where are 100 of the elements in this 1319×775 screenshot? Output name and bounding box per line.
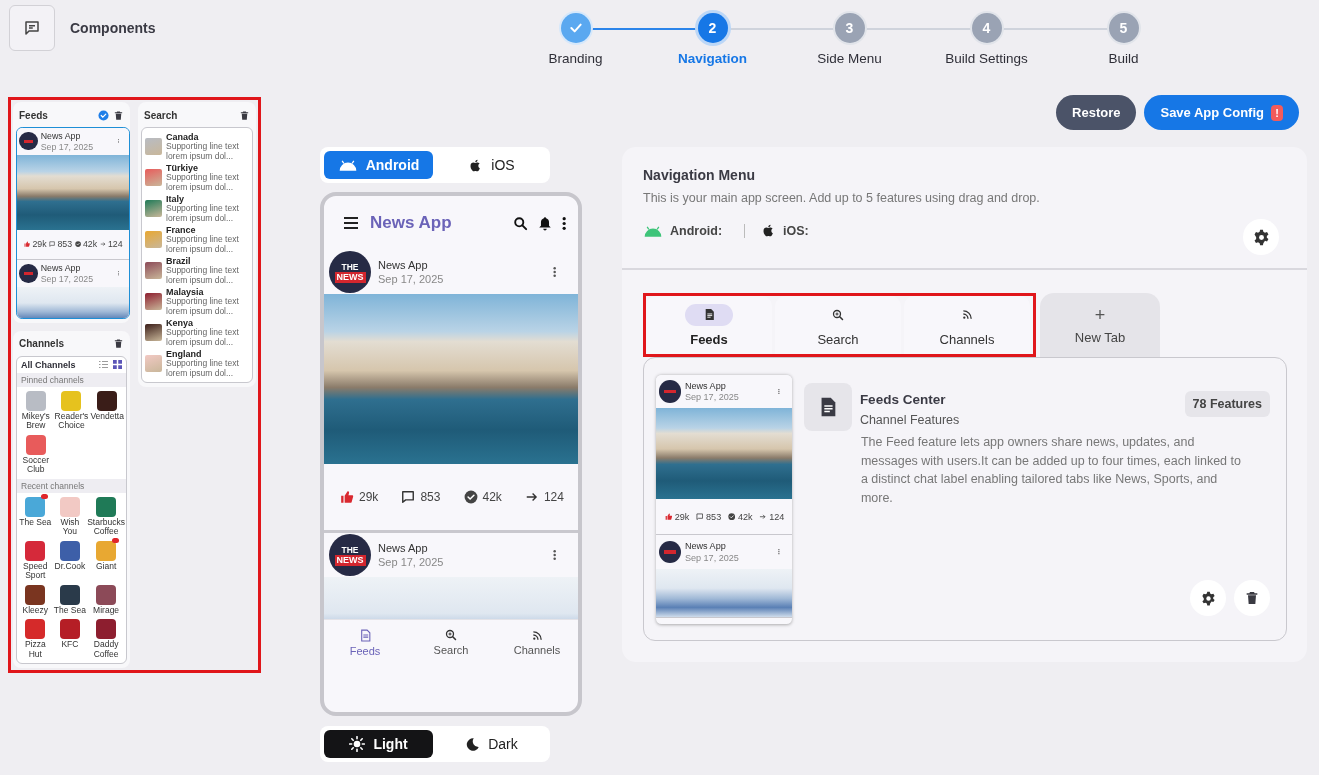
- logo-icon: [19, 132, 38, 151]
- post-date: Sep 17, 2025: [378, 556, 445, 568]
- channel-name: Mirage: [93, 605, 120, 616]
- nav-tab[interactable]: Channels: [502, 620, 572, 665]
- panel-description: This is your main app screen. Add up to 5 features using drag and drop.: [643, 191, 1041, 205]
- notification-badge: [41, 493, 49, 499]
- panel-title: Navigation Menu: [643, 167, 756, 183]
- save-button[interactable]: Save App Config !: [1144, 95, 1299, 130]
- platform-tab[interactable]: Android: [324, 151, 433, 179]
- channel-name: The Sea: [19, 517, 52, 528]
- component-title: Channels: [19, 338, 65, 350]
- stat-count: 124: [543, 490, 564, 504]
- platform-tab[interactable]: iOS: [437, 151, 546, 179]
- photo-placeholder: [145, 355, 162, 372]
- stat-count: 42k: [737, 511, 753, 522]
- channel-logo[interactable]: [97, 390, 118, 411]
- thumbs-up-icon: [340, 490, 354, 504]
- delete-icon[interactable]: [113, 338, 124, 350]
- document-icon: [358, 628, 372, 642]
- settings-icon: [1252, 228, 1270, 246]
- delete-icon: [1244, 590, 1260, 606]
- more-icon[interactable]: [552, 550, 556, 560]
- step-label: Build: [1108, 51, 1139, 66]
- stat-count: 42k: [482, 490, 502, 504]
- channel-logo[interactable]: [96, 584, 117, 605]
- result-subtitle: Supporting line text lorem ipsum dol...: [166, 328, 240, 347]
- author-name: News App: [40, 262, 82, 273]
- author-name: News App: [378, 259, 429, 271]
- new-tab-button[interactable]: + New Tab: [1040, 293, 1160, 357]
- logo-text: THE: [341, 544, 359, 555]
- delete-icon[interactable]: [113, 109, 124, 121]
- channel-logo[interactable]: [59, 540, 80, 561]
- channel-logo[interactable]: [25, 584, 46, 605]
- menu-icon[interactable]: [344, 217, 358, 229]
- nav-tab[interactable]: Feeds: [330, 620, 400, 665]
- search-icon[interactable]: [512, 215, 528, 231]
- page-title: Components: [70, 20, 157, 36]
- nav-tab[interactable]: Search: [416, 620, 486, 665]
- grid-view-icon[interactable]: [113, 360, 122, 370]
- post-date: Sep 17, 2025: [40, 141, 95, 152]
- platform-label: iOS:: [783, 223, 809, 238]
- result-title: Canada: [166, 132, 200, 142]
- more-icon[interactable]: [552, 267, 556, 277]
- author-name: News App: [684, 381, 727, 392]
- result-title: Brazil: [166, 256, 192, 266]
- channel-logo[interactable]: [96, 619, 117, 640]
- restore-button[interactable]: Restore: [1056, 95, 1137, 130]
- feature-subtitle: Channel Features: [859, 413, 961, 427]
- more-icon[interactable]: [561, 216, 566, 230]
- channel-logo[interactable]: [59, 584, 80, 605]
- result-title: Türkiye: [166, 163, 198, 173]
- component-card[interactable]: Feeds News App Sep 17, 2025 29k 853 42k 124 News App Sep 17, 2025: [13, 102, 130, 323]
- settings-button[interactable]: [1243, 219, 1279, 255]
- settings-icon: [1200, 590, 1216, 606]
- delete-icon[interactable]: [239, 109, 250, 121]
- app-title: News App: [370, 213, 453, 233]
- channel-logo[interactable]: [59, 619, 80, 640]
- step-circle[interactable]: 2: [697, 13, 728, 43]
- result-title: France: [166, 225, 197, 235]
- stat-count: 853: [420, 490, 441, 504]
- delete-button[interactable]: [1234, 580, 1270, 616]
- arrow-right-icon: [524, 490, 539, 504]
- stat-count: 124: [107, 239, 123, 250]
- author-name: News App: [684, 541, 727, 552]
- post-date: Sep 17, 2025: [684, 392, 740, 403]
- list-view-icon[interactable]: [99, 360, 108, 370]
- components-button[interactable]: [9, 5, 55, 51]
- channel-name: Mikey's Brew: [20, 411, 51, 431]
- search-icon: [832, 308, 844, 321]
- channel-name: Dr.Cook: [54, 561, 86, 572]
- chat-icon: [23, 19, 41, 37]
- channel-name: Vendetta: [90, 411, 124, 422]
- check-circle-icon: [74, 241, 81, 248]
- channel-name: KFC: [61, 640, 79, 650]
- stat-count: 29k: [359, 490, 379, 504]
- stat-count: 29k: [32, 239, 47, 250]
- logo-icon: [19, 264, 38, 283]
- rss-icon: [531, 629, 543, 641]
- bell-icon[interactable]: [537, 215, 552, 231]
- photo-placeholder: [145, 200, 162, 217]
- theme-option[interactable]: Light: [324, 730, 433, 758]
- check-circle-icon: [463, 490, 478, 504]
- photo-placeholder: [145, 324, 162, 341]
- result-subtitle: Supporting line text lorem ipsum dol...: [166, 142, 240, 161]
- feature-title: Feeds Center: [859, 392, 947, 407]
- result-title: England: [166, 349, 202, 359]
- stat-count: 853: [57, 239, 73, 250]
- settings-button[interactable]: [1190, 580, 1226, 616]
- search-icon: [445, 629, 457, 641]
- photo-placeholder: [145, 293, 162, 310]
- theme-option[interactable]: Dark: [437, 730, 546, 758]
- channel-name: Giant: [95, 561, 117, 572]
- channel-name: Starbucks Coffee: [87, 517, 125, 537]
- post-date: Sep 17, 2025: [40, 273, 95, 284]
- channel-name: Kleezy: [22, 605, 49, 616]
- rss-icon: [961, 309, 973, 320]
- channel-name: Speed Sport: [22, 561, 49, 581]
- channel-name: Reader's Choice: [53, 411, 90, 431]
- feature-description: The Feed feature lets app owners share news, updates, and messages with users.It can be added up to four times, each linked to a distinct chat label enabling tailored tabs like News, Sports, and more.: [859, 434, 1242, 507]
- photo-placeholder: [145, 262, 162, 279]
